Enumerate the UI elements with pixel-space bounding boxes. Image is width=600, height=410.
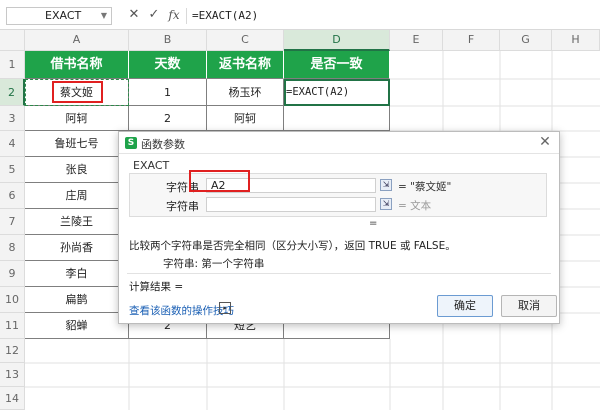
close-icon[interactable]: ✕ bbox=[126, 6, 142, 24]
function-description: 比较两个字符串是否完全相同（区分大小写），返回 TRUE 或 FALSE。 bbox=[129, 240, 456, 252]
table-cell[interactable]: 鲁班七号 bbox=[25, 131, 129, 157]
table-cell[interactable]: 阿轲 bbox=[207, 106, 284, 131]
arg1-result: = "蔡文姬" bbox=[398, 181, 452, 193]
column-header-d[interactable]: D bbox=[284, 30, 390, 51]
range-select-icon[interactable]: ⇲ bbox=[380, 179, 392, 191]
divider bbox=[127, 273, 551, 274]
arg2-result: = 文本 bbox=[398, 200, 432, 212]
column-header-h[interactable]: H bbox=[552, 30, 600, 51]
arg2-label: 字符串 bbox=[166, 200, 199, 213]
divider bbox=[186, 8, 187, 24]
chevron-down-icon[interactable]: ▼ bbox=[101, 8, 107, 24]
table-cell[interactable]: 李白 bbox=[25, 261, 129, 287]
range-select-icon[interactable]: ⇲ bbox=[380, 198, 392, 210]
table-cell[interactable] bbox=[284, 106, 390, 131]
dialog-title: 函数参数 bbox=[141, 138, 185, 151]
cancel-button[interactable]: 取消 bbox=[501, 295, 557, 317]
table-cell[interactable]: 2 bbox=[129, 106, 207, 131]
close-icon[interactable]: ✕ bbox=[537, 134, 553, 150]
row-header-13[interactable]: 13 bbox=[0, 363, 25, 387]
select-all-corner[interactable] bbox=[0, 30, 25, 51]
row-header-6[interactable]: 6 bbox=[0, 183, 25, 209]
table-cell[interactable]: 貂蝉 bbox=[25, 313, 129, 339]
table-cell[interactable]: 阿轲 bbox=[25, 106, 129, 131]
row-header-10[interactable]: 10 bbox=[0, 287, 25, 313]
table-cell[interactable]: 1 bbox=[129, 79, 207, 106]
column-header-a[interactable]: A bbox=[25, 30, 129, 51]
highlight-box bbox=[189, 170, 250, 192]
dialog-titlebar[interactable]: S 函数参数 ✕ bbox=[119, 132, 559, 154]
table-cell[interactable]: 庄周 bbox=[25, 183, 129, 209]
name-box[interactable]: EXACT ▼ bbox=[6, 7, 112, 25]
column-header-b[interactable]: B bbox=[129, 30, 207, 51]
highlight-box bbox=[52, 81, 103, 103]
app-logo-icon: S bbox=[125, 137, 137, 149]
row-header-12[interactable]: 12 bbox=[0, 339, 25, 363]
column-header-c[interactable]: C bbox=[207, 30, 284, 51]
row-header-2[interactable]: 2 bbox=[0, 79, 25, 106]
row-header-1[interactable]: 1 bbox=[0, 51, 25, 79]
table-cell[interactable]: 兰陵王 bbox=[25, 209, 129, 235]
active-cell-border bbox=[284, 79, 390, 106]
argument-description: 字符串: 第一个字符串 bbox=[163, 258, 265, 270]
column-header-f[interactable]: F bbox=[443, 30, 500, 51]
calc-result: 计算结果 = bbox=[129, 281, 184, 293]
function-name: EXACT bbox=[133, 159, 170, 172]
row-header-7[interactable]: 7 bbox=[0, 209, 25, 235]
row-header-5[interactable]: 5 bbox=[0, 157, 25, 183]
help-icon[interactable]: ▸ bbox=[219, 302, 231, 314]
row-header-11[interactable]: 11 bbox=[0, 313, 25, 339]
fx-icon[interactable]: fx bbox=[166, 6, 182, 24]
table-header-cell[interactable]: 天数 bbox=[129, 51, 207, 79]
ok-button[interactable]: 确定 bbox=[437, 295, 493, 317]
name-box-value: EXACT bbox=[45, 9, 82, 22]
table-cell[interactable]: 扁鹊 bbox=[25, 287, 129, 313]
function-arguments-dialog: S 函数参数 ✕ EXACT 字符串 A2 ⇲ = "蔡文姬" 字符串 ⇲ = … bbox=[118, 131, 560, 324]
row-header-4[interactable]: 4 bbox=[0, 131, 25, 157]
row-header-3[interactable]: 3 bbox=[0, 106, 25, 131]
spreadsheet-window: EXACT ▼ ✕ ✓ fx =EXACT(A2) A B C D E F G … bbox=[0, 0, 600, 410]
check-icon[interactable]: ✓ bbox=[146, 6, 162, 24]
formula-equals: = bbox=[369, 218, 378, 229]
row-header-9[interactable]: 9 bbox=[0, 261, 25, 287]
table-cell[interactable]: 杨玉环 bbox=[207, 79, 284, 106]
table-cell[interactable]: 张良 bbox=[25, 157, 129, 183]
table-cell[interactable]: 孙尚香 bbox=[25, 235, 129, 261]
table-header-cell[interactable]: 借书名称 bbox=[25, 51, 129, 79]
arg2-input[interactable] bbox=[206, 197, 376, 212]
column-header-e[interactable]: E bbox=[390, 30, 443, 51]
formula-input[interactable]: =EXACT(A2) bbox=[190, 7, 594, 25]
table-header-cell[interactable]: 是否一致 bbox=[284, 51, 390, 79]
row-header-8[interactable]: 8 bbox=[0, 235, 25, 261]
column-header-g[interactable]: G bbox=[500, 30, 552, 51]
table-header-cell[interactable]: 返书名称 bbox=[207, 51, 284, 79]
row-header-14[interactable]: 14 bbox=[0, 387, 25, 410]
formula-bar: EXACT ▼ ✕ ✓ fx =EXACT(A2) bbox=[0, 0, 600, 30]
